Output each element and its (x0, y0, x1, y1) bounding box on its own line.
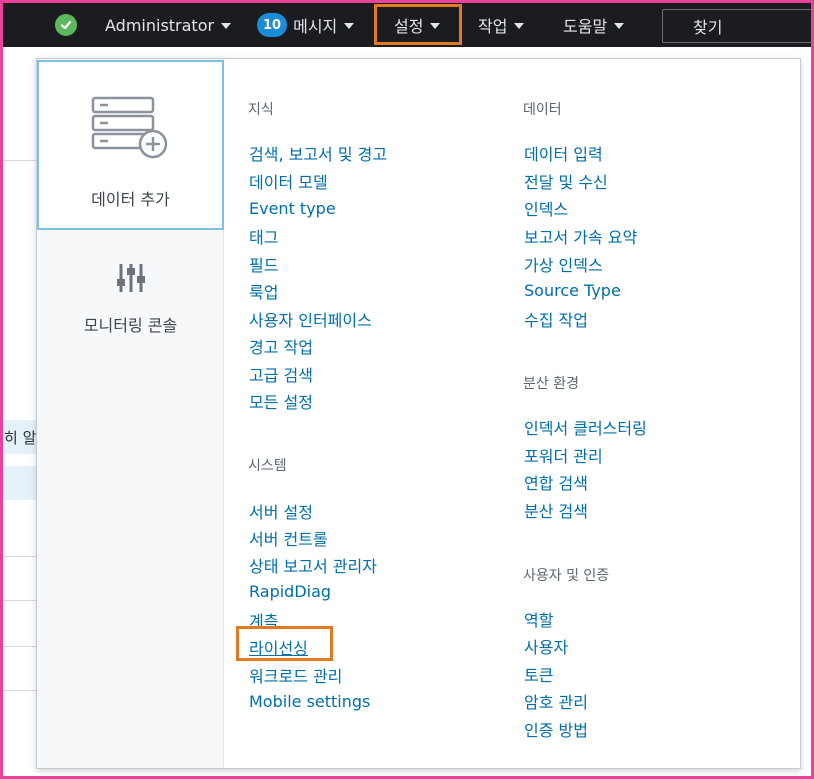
search-input[interactable]: 찾기 (662, 9, 814, 43)
user-menu-label: Administrator (105, 15, 215, 35)
menu-link-tokens[interactable]: 토큰 (524, 662, 553, 686)
help-menu[interactable]: 도움말 (563, 3, 625, 47)
licensing-highlight-box (236, 626, 333, 661)
monitoring-console-tile[interactable]: 모니터링 콘솔 (37, 254, 224, 344)
status-indicator[interactable] (55, 3, 77, 47)
menu-link-workload-management[interactable]: 워크로드 관리 (249, 663, 342, 687)
menu-link-alert-actions[interactable]: 경고 작업 (249, 334, 313, 358)
menu-link-data-inputs[interactable]: 데이터 입력 (524, 141, 603, 165)
users-auth-heading: 사용자 및 인증 (523, 568, 610, 584)
menu-link-forwarder-management[interactable]: 포워더 관리 (524, 443, 603, 467)
data-heading: 데이터 (523, 102, 562, 118)
menu-link-advanced-search[interactable]: 고급 검색 (249, 362, 313, 386)
menu-link-data-models[interactable]: 데이터 모델 (249, 169, 328, 193)
dropdown-links-panel: 지식 검색, 보고서 및 경고 데이터 모델 Event type 태그 필드 … (225, 59, 800, 768)
menu-link-all-configurations[interactable]: 모든 설정 (249, 389, 313, 413)
search-label: 찾기 (693, 18, 723, 37)
menu-link-report-acceleration[interactable]: 보고서 가속 요약 (524, 224, 637, 248)
menu-link-distributed-search[interactable]: 분산 검색 (524, 498, 588, 522)
bg-divider (3, 160, 39, 161)
menu-link-search-reports-alerts[interactable]: 검색, 보고서 및 경고 (249, 141, 387, 165)
menu-link-roles[interactable]: 역할 (524, 607, 553, 631)
menu-link-federated-search[interactable]: 연합 검색 (524, 470, 588, 494)
bg-divider (3, 646, 39, 647)
menu-link-indexer-clustering[interactable]: 인덱서 클러스터링 (524, 415, 647, 439)
messages-count-badge: 10 (257, 13, 288, 37)
menu-link-health-report-manager[interactable]: 상태 보고서 관리자 (249, 553, 377, 577)
menu-link-mobile-settings[interactable]: Mobile settings (249, 692, 370, 711)
dropdown-tiles-panel: 데이터 추가 모니터링 콘솔 (37, 59, 224, 768)
messages-menu[interactable]: 10 메시지 (257, 3, 355, 47)
menu-link-virtual-indexes[interactable]: 가상 인덱스 (524, 252, 603, 276)
knowledge-heading: 지식 (248, 102, 274, 118)
add-data-tile[interactable]: 데이터 추가 (37, 60, 224, 230)
distributed-environment-heading: 분산 환경 (523, 376, 579, 392)
caret-down-icon (221, 23, 232, 29)
menu-link-tags[interactable]: 태그 (249, 224, 278, 248)
menu-link-event-types[interactable]: Event type (249, 199, 336, 218)
help-menu-label: 도움말 (563, 17, 608, 36)
caret-down-icon (614, 23, 625, 29)
monitoring-console-tile-label: 모니터링 콘솔 (83, 316, 178, 335)
bg-divider (3, 690, 39, 691)
menu-link-indexes[interactable]: 인덱스 (524, 196, 568, 220)
menu-link-user-interface[interactable]: 사용자 인터페이스 (249, 307, 372, 331)
activity-menu[interactable]: 작업 (478, 3, 525, 47)
menu-link-server-settings[interactable]: 서버 설정 (249, 499, 313, 523)
caret-down-icon (514, 23, 525, 29)
menu-link-rapiddiag[interactable]: RapidDiag (249, 582, 331, 601)
add-data-tile-label: 데이터 추가 (91, 190, 170, 209)
menu-link-server-controls[interactable]: 서버 컨트롤 (249, 526, 328, 550)
menu-link-fields[interactable]: 필드 (249, 252, 278, 276)
menu-link-users[interactable]: 사용자 (524, 634, 568, 658)
sliders-icon (116, 262, 146, 298)
system-heading: 시스템 (248, 458, 287, 474)
menu-link-ingest-actions[interactable]: 수집 작업 (524, 307, 588, 331)
bg-divider (3, 556, 39, 557)
menu-link-lookups[interactable]: 룩업 (249, 279, 278, 303)
activity-menu-label: 작업 (478, 17, 508, 36)
bg-divider (3, 600, 39, 601)
messages-menu-label: 메시지 (293, 17, 338, 36)
bg-row-highlight (3, 466, 39, 500)
menu-link-authentication-methods[interactable]: 인증 방법 (524, 717, 588, 741)
menu-link-forwarding-receiving[interactable]: 전달 및 수신 (524, 169, 608, 193)
bg-partial-text: 히 알 (4, 429, 37, 447)
server-add-icon (91, 96, 171, 164)
user-menu[interactable]: Administrator (105, 3, 232, 47)
caret-down-icon (344, 23, 355, 29)
settings-highlight-box (374, 4, 462, 45)
check-circle-icon (55, 14, 77, 36)
menu-link-password-management[interactable]: 암호 관리 (524, 689, 588, 713)
settings-dropdown: 데이터 추가 모니터링 콘솔 지식 검색, 보고서 및 경고 데이터 모델 Ev… (36, 58, 801, 769)
menu-link-source-types[interactable]: Source Type (524, 281, 621, 300)
